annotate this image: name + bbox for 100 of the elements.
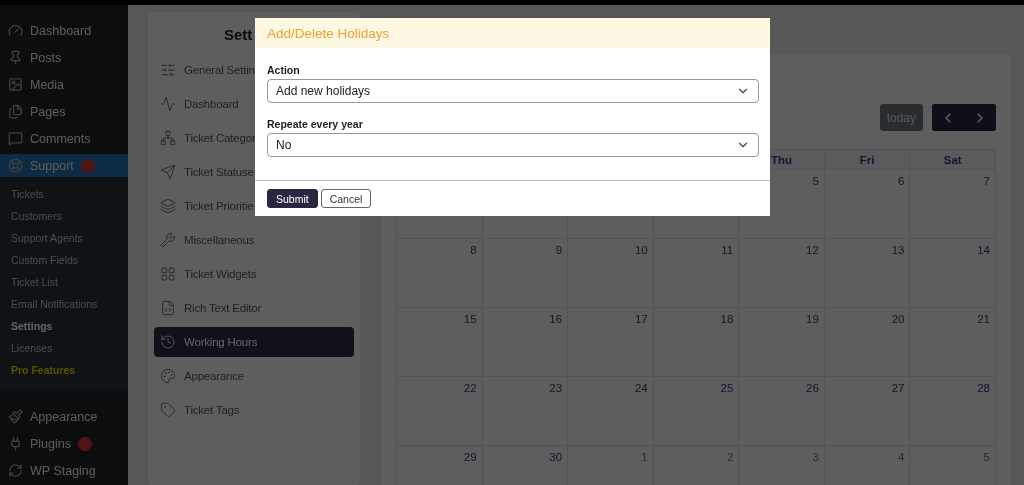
menu-item[interactable]: Support [0, 154, 128, 177]
day-cell[interactable]: 30 [482, 446, 569, 485]
menu-item[interactable]: Posts [0, 46, 128, 69]
day-number: 7 [983, 175, 990, 189]
day-cell[interactable]: 18 [653, 308, 740, 377]
speech-bubble-icon [8, 131, 23, 146]
pin-icon [8, 50, 23, 65]
refresh-icon [8, 463, 23, 478]
menu-label: Plugins [30, 436, 71, 451]
day-number: 19 [806, 313, 819, 327]
day-cell[interactable]: 9 [482, 239, 569, 308]
nav-label: Miscellaneous [184, 234, 255, 246]
hierarchy-icon [160, 130, 176, 146]
menu-label: Pages [30, 104, 66, 119]
day-cell[interactable]: 22 [397, 377, 483, 446]
menu-item[interactable]: WP Staging [0, 459, 128, 482]
day-number: 14 [977, 244, 990, 258]
day-number: 13 [891, 244, 905, 258]
chart-icon [160, 96, 176, 112]
wrench-icon [160, 232, 176, 248]
settings-nav-item[interactable]: Ticket Statuse [154, 157, 354, 187]
day-cell[interactable]: 25 [653, 377, 740, 446]
day-number: 26 [806, 382, 819, 396]
settings-nav-item[interactable]: Rich Text Editor [154, 293, 354, 323]
day-number: 9 [555, 244, 563, 258]
day-number: 17 [634, 313, 648, 327]
settings-nav-item[interactable]: Appearance [154, 361, 354, 391]
palette-icon [160, 368, 176, 384]
menu-label: Dashboard [30, 23, 92, 38]
image-icon [8, 77, 23, 92]
day-number: 24 [634, 382, 648, 396]
nav-label: Ticket Prioritie [184, 200, 254, 212]
settings-nav-item[interactable]: Ticket Tags [154, 395, 354, 425]
day-cell[interactable]: 17 [568, 308, 654, 377]
day-cell[interactable]: 8 [397, 239, 483, 308]
day-cell[interactable]: 29 [397, 446, 483, 485]
pages-icon [8, 104, 23, 119]
day-cell[interactable]: 6 [824, 170, 911, 239]
menu-item[interactable]: Media [0, 73, 128, 96]
menu-item[interactable]: Comments [0, 127, 128, 150]
select-field[interactable]: No [267, 133, 759, 157]
day-cell[interactable]: 16 [482, 308, 569, 377]
submenu-item[interactable]: Pro Features [0, 359, 128, 381]
menu-item[interactable]: Appearance [0, 405, 128, 428]
day-cell[interactable]: 11 [653, 239, 740, 308]
cancel-button[interactable]: Cancel [320, 189, 372, 208]
day-number: 6 [898, 175, 905, 189]
menu-label: WP Staging [30, 463, 96, 478]
submenu-item[interactable]: Settings [0, 315, 128, 337]
sliders-icon [160, 62, 176, 78]
field-label: Repeate every year [267, 118, 364, 130]
day-cell[interactable]: 14 [910, 239, 996, 308]
code-file-icon [160, 300, 176, 316]
day-cell[interactable]: 13 [824, 239, 911, 308]
day-cell[interactable]: 26 [739, 377, 825, 446]
tag-icon [160, 402, 176, 418]
day-cell[interactable]: 19 [739, 308, 825, 377]
paintbrush-icon [8, 409, 23, 424]
settings-nav-item[interactable]: Ticket Widgets [154, 259, 354, 289]
day-cell[interactable]: 20 [824, 308, 911, 377]
plug-icon [8, 436, 23, 451]
day-cell[interactable]: 12 [739, 239, 825, 308]
day-cell[interactable]: 24 [568, 377, 654, 446]
select-field[interactable]: Add new holidays [267, 79, 759, 103]
day-number: 22 [463, 382, 477, 396]
day-cell[interactable]: 7 [910, 170, 996, 239]
day-number: 23 [549, 382, 563, 396]
menu-item[interactable]: Dashboard [0, 19, 128, 42]
day-number: 16 [549, 313, 563, 327]
day-number: 27 [891, 382, 905, 396]
day-cell[interactable]: 27 [824, 377, 911, 446]
menu-item[interactable]: Pages [0, 100, 128, 123]
gauge-icon [8, 23, 23, 38]
day-cell[interactable]: 21 [910, 308, 996, 377]
nav-label: Working Hours [184, 336, 258, 348]
clock-history-icon [160, 334, 176, 350]
day-number: 8 [470, 244, 477, 258]
day-number: 20 [891, 313, 905, 327]
menu-label: Posts [30, 50, 62, 65]
nav-label: General Settin [184, 64, 255, 76]
day-cell[interactable]: 28 [910, 377, 996, 446]
settings-nav-item[interactable]: Working Hours [154, 327, 354, 357]
weekday-header: Sat [910, 150, 996, 170]
day-number: 25 [720, 382, 734, 396]
day-cell[interactable]: 23 [482, 377, 569, 446]
day-number: 15 [463, 313, 477, 327]
nav-label: Ticket Widgets [184, 268, 257, 280]
day-number: 18 [720, 313, 734, 327]
menu-item[interactable]: Plugins [0, 432, 128, 455]
paper-plane-icon [160, 164, 176, 180]
submit-button[interactable]: Submit [267, 189, 318, 208]
dialog-title: Add/Delete Holidays [267, 25, 390, 41]
day-cell[interactable]: 15 [397, 308, 483, 377]
settings-nav-item[interactable]: Miscellaneous [154, 225, 354, 255]
menu-label: Comments [30, 131, 91, 146]
nav-label: Rich Text Editor [184, 302, 262, 314]
day-cell[interactable]: 10 [568, 239, 654, 308]
nav-label: Ticket Tags [184, 404, 240, 416]
day-number: 30 [549, 451, 563, 465]
nav-label: Appearance [184, 370, 245, 382]
